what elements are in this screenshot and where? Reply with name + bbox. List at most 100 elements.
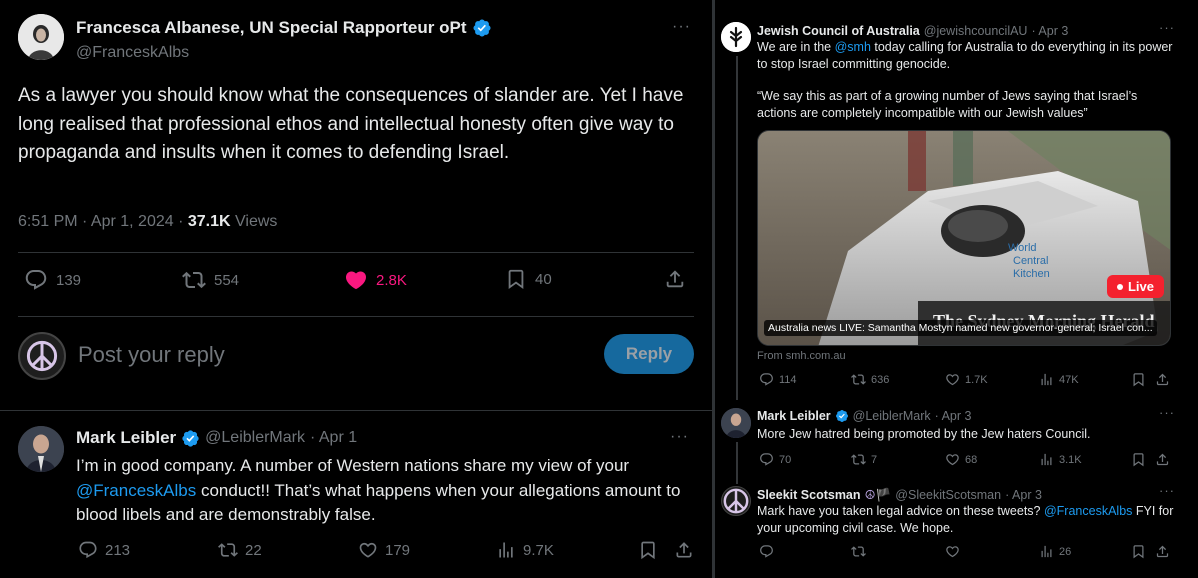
tweet-timestamp[interactable]: 6:51 PM · Apr 1, 2024 · [18,213,188,230]
avatar[interactable] [721,486,751,516]
card-source[interactable]: From smh.com.au [757,350,846,362]
tweet-date[interactable]: · Apr 1 [310,429,357,447]
reply-submit-button[interactable]: Reply [604,334,694,374]
author-name-row[interactable]: Francesca Albanese, UN Special Rapporteu… [76,18,492,38]
retweet-button[interactable]: 22 [218,540,262,560]
share-button[interactable] [1155,544,1170,559]
more-icon[interactable]: ··· [670,428,689,446]
reply-button[interactable]: 139 [24,268,81,292]
author-name[interactable]: Sleekit Scotsman [757,488,861,502]
more-icon[interactable]: ··· [672,18,691,36]
name-emoji: ☮🏴 [864,488,892,502]
link-card[interactable]: World Central Kitchen The Sydney Morning… [757,130,1171,346]
card-vehicle-text-line: Central [1013,255,1048,267]
retweet-button[interactable]: 554 [182,268,239,292]
avatar[interactable] [18,14,64,60]
mention-link[interactable]: @smh [835,40,871,54]
sleekit-action-bar: 26 [759,544,1165,560]
retweet-button[interactable]: 7 [851,452,877,467]
mark-reply-tweet: Mark Leibler @LeiblerMark · Apr 3 ··· Mo… [715,400,1198,480]
card-caption[interactable]: Australia news LIVE: Samantha Mostyn nam… [764,320,1157,336]
right-panel: Jewish Council of Australia @jewishcounc… [715,0,1198,578]
bookmark-button[interactable] [1131,544,1146,559]
views-icon [496,540,516,560]
bookmark-button[interactable]: 40 [505,268,552,290]
author-handle[interactable]: @FranceskAlbs [76,44,492,62]
tweet-text-part: Mark have you taken legal advice on thes… [757,504,1044,518]
views-icon [1039,452,1054,467]
reply-button[interactable]: 213 [78,540,130,560]
author-name[interactable]: Francesca Albanese, UN Special Rapporteu… [76,18,467,38]
divider [0,410,712,411]
author-handle[interactable]: @LeiblerMark [853,409,931,423]
bookmark-icon [1131,544,1146,559]
more-icon[interactable]: ··· [1159,20,1175,35]
avatar[interactable] [18,332,66,380]
reply-tweet-header: Mark Leibler @LeiblerMark · Apr 1 [76,428,357,448]
tweet-date[interactable]: · Apr 3 [1005,488,1042,502]
retweet-icon [851,372,866,387]
author-handle[interactable]: @LeiblerMark [205,429,305,447]
live-badge: Live [1106,275,1164,298]
views-button[interactable]: 3.1K [1039,452,1082,467]
like-icon [945,544,960,559]
reply-button[interactable]: 70 [759,452,791,467]
divider [18,252,694,253]
sleekit-reply-tweet: Sleekit Scotsman ☮🏴 @SleekitScotsman · A… [715,480,1198,578]
tweet-header: Sleekit Scotsman ☮🏴 @SleekitScotsman · A… [757,487,1042,503]
reply-input[interactable]: Post your reply [78,342,225,368]
share-button[interactable] [1155,452,1170,467]
mention-link[interactable]: @FranceskAlbs [76,481,196,500]
share-icon [1155,544,1170,559]
bookmark-icon [505,268,527,290]
retweet-button[interactable] [851,544,866,559]
views-button[interactable]: 9.7K [496,540,554,560]
more-icon[interactable]: ··· [1159,405,1175,420]
like-button[interactable]: 179 [358,540,410,560]
retweet-icon [851,452,866,467]
share-button[interactable] [1155,372,1170,387]
views-button[interactable]: 47K [1039,372,1079,387]
bookmark-button[interactable] [1131,452,1146,467]
mention-link[interactable]: @FranceskAlbs [1044,504,1132,518]
tweet-text: We are in the @smh today calling for Aus… [757,39,1177,72]
share-icon [674,540,694,560]
author-name[interactable]: Mark Leibler [76,428,176,448]
like-button[interactable]: 68 [945,452,977,467]
share-icon [1155,372,1170,387]
tweet-quote: “We say this as part of a growing number… [757,89,1138,120]
avatar[interactable] [721,408,751,438]
tweet-text: As a lawyer you should know what the con… [18,85,684,163]
views-button[interactable]: 26 [1039,544,1071,559]
like-button[interactable]: 1.7K [945,372,988,387]
retweet-icon [218,540,238,560]
view-count: 47K [1059,373,1079,386]
view-count: 37.1K [187,213,231,230]
author-handle[interactable]: @SleekitScotsman [895,488,1001,502]
like-icon [358,540,378,560]
author-name[interactable]: Mark Leibler [757,409,831,423]
reply-button[interactable] [759,544,774,559]
retweet-button[interactable]: 636 [851,372,889,387]
more-icon[interactable]: ··· [1159,483,1175,498]
tweet-meta: 6:51 PM · Apr 1, 2024 · 37.1K Views [18,213,277,231]
bookmark-button[interactable] [1131,372,1146,387]
author-handle[interactable]: @jewishcouncilAU [924,24,1028,38]
avatar[interactable] [721,22,751,52]
reply-button[interactable]: 114 [759,372,797,387]
avatar[interactable] [18,426,64,472]
tweet-date[interactable]: · Apr 3 [935,409,972,423]
retweet-count: 636 [871,373,890,386]
peace-icon [25,339,59,373]
share-button[interactable] [674,540,694,560]
like-button[interactable]: 2.8K [344,268,407,292]
bookmark-icon [638,540,658,560]
tweet-date[interactable]: · Apr 3 [1031,24,1068,38]
bookmark-count: 40 [535,270,552,288]
like-button[interactable] [945,544,960,559]
share-button[interactable] [664,268,686,290]
reply-composer: Post your reply Reply [18,330,694,382]
card-vehicle-text-line: World [1008,242,1037,254]
author-name[interactable]: Jewish Council of Australia [757,24,920,38]
bookmark-button[interactable] [638,540,658,560]
